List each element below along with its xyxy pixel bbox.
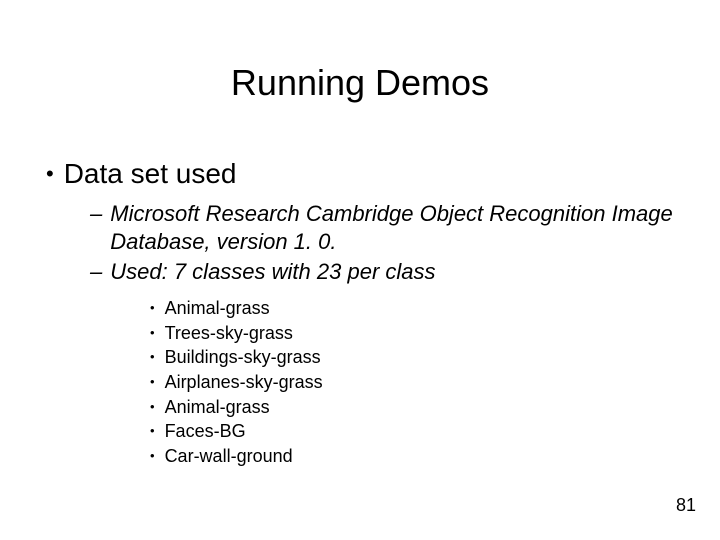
level1-text: Data set used [64, 158, 237, 189]
level2-text: Microsoft Research Cambridge Object Reco… [110, 200, 680, 256]
level2-text: Used: 7 classes with 23 per class [110, 258, 680, 286]
level2-item: – Microsoft Research Cambridge Object Re… [90, 200, 680, 256]
level2-list: – Microsoft Research Cambridge Object Re… [90, 200, 680, 288]
level3-item: • Trees-sky-grass [150, 321, 323, 346]
bullet-icon: • [150, 370, 155, 395]
level3-text: Animal-grass [165, 296, 270, 320]
level3-list: • Animal-grass • Trees-sky-grass • Build… [150, 296, 323, 469]
bullet-icon: • [150, 321, 155, 346]
level3-item: • Airplanes-sky-grass [150, 370, 323, 395]
bullet-icon: • [150, 395, 155, 420]
page-number: 81 [676, 495, 696, 516]
level2-item: – Used: 7 classes with 23 per class [90, 258, 680, 286]
level3-item: • Buildings-sky-grass [150, 345, 323, 370]
level3-item: • Animal-grass [150, 296, 323, 321]
level3-text: Buildings-sky-grass [165, 345, 321, 369]
level3-item: • Faces-BG [150, 419, 323, 444]
dash-icon: – [90, 258, 102, 286]
bullet-icon: • [46, 163, 54, 185]
bullet-icon: • [150, 419, 155, 444]
bullet-icon: • [150, 345, 155, 370]
level1-item: • Data set used [46, 158, 236, 190]
level3-text: Faces-BG [165, 419, 246, 443]
bullet-icon: • [150, 296, 155, 321]
dash-icon: – [90, 200, 102, 256]
slide: Running Demos • Data set used – Microsoft… [0, 0, 720, 540]
level3-text: Animal-grass [165, 395, 270, 419]
slide-title: Running Demos [0, 62, 720, 104]
level3-text: Airplanes-sky-grass [165, 370, 323, 394]
level3-item: • Car-wall-ground [150, 444, 323, 469]
level3-text: Car-wall-ground [165, 444, 293, 468]
bullet-icon: • [150, 444, 155, 469]
level3-item: • Animal-grass [150, 395, 323, 420]
level3-text: Trees-sky-grass [165, 321, 293, 345]
